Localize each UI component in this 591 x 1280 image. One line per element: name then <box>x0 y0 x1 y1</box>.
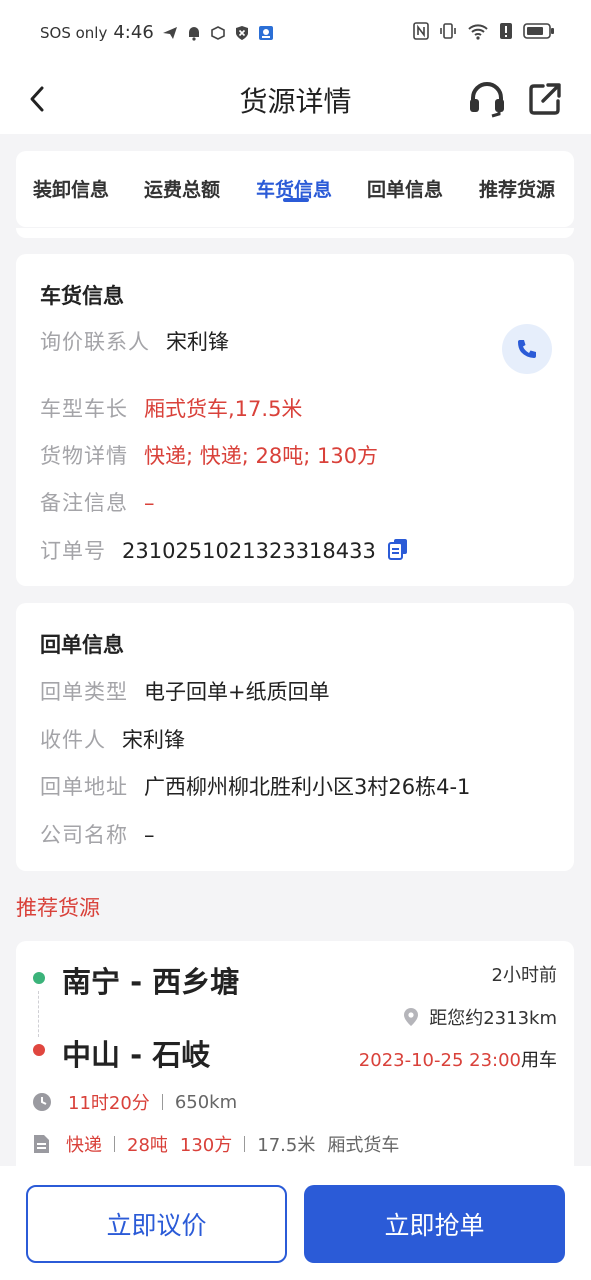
divider <box>161 1094 163 1110</box>
tab-recommend[interactable]: 推荐货源 <box>479 175 555 202</box>
document-icon <box>34 1135 49 1153</box>
headset-icon <box>470 82 504 118</box>
contact-value: 宋利锋 <box>166 330 229 354</box>
address-value: 广西柳州柳北胜利小区3村26栋4-1 <box>144 775 471 799</box>
contact-label: 询价联系人 <box>40 330 150 354</box>
tab-loading-info[interactable]: 装卸信息 <box>33 175 109 202</box>
nav-bar: 货源详情 <box>0 66 591 134</box>
remark-label: 备注信息 <box>40 491 128 515</box>
distance-value: 距您约2313km <box>429 1008 557 1029</box>
company-row: 公司名称 – <box>40 819 155 849</box>
use-date-value: 2023-10-25 23:00 <box>358 1050 521 1071</box>
receipt-info-card: 回单信息 回单类型 电子回单+纸质回单 收件人 宋利锋 回单地址 广西柳州柳北胜… <box>16 603 574 871</box>
goods-row: 货物详情 快递; 快递; 28吨; 130方 <box>40 440 378 470</box>
app-icon <box>258 25 273 40</box>
copy-order-button[interactable] <box>387 538 408 560</box>
recommend-cargo-card[interactable]: 南宁 - 西乡塘 中山 - 石岐 2小时前 距您约2313km 2023-10-… <box>16 941 574 1181</box>
send-icon <box>162 26 177 39</box>
trip-distance: 650km <box>174 1091 238 1113</box>
phone-icon <box>518 340 536 358</box>
order-number: 2310251021323318433 <box>122 539 376 563</box>
truck-type: 厢式货车 <box>327 1135 400 1156</box>
receipt-info-title: 回单信息 <box>40 633 124 657</box>
posted-time: 2小时前 <box>491 965 557 986</box>
active-tab-indicator <box>283 198 309 202</box>
share-button[interactable] <box>526 78 566 118</box>
bottom-action-bar: 立即议价 立即抢单 <box>0 1166 591 1280</box>
distance-info: 距您约2313km <box>403 1004 557 1030</box>
nfc-icon <box>413 22 429 40</box>
remark-value: – <box>144 491 155 515</box>
location-pin-icon <box>404 1008 419 1026</box>
receipt-type-label: 回单类型 <box>40 680 128 704</box>
trip-meta-row: 11时20分 650km <box>32 1089 237 1115</box>
receiver-label: 收件人 <box>40 728 106 752</box>
carrier-text: SOS only <box>40 23 108 42</box>
contact-row: 询价联系人 宋利锋 <box>40 326 229 356</box>
vehicle-value: 厢式货车,17.5米 <box>144 397 303 421</box>
cargo-info-card: 车货信息 询价联系人 宋利锋 车型车长 厢式货车,17.5米 货物详情 快递; … <box>16 254 574 586</box>
section-tabs: 装卸信息 运费总额 车货信息 回单信息 推荐货源 <box>16 151 574 227</box>
shield-icon <box>235 25 248 40</box>
receipt-type-value: 电子回单+纸质回单 <box>144 680 330 704</box>
goods-label: 货物详情 <box>40 444 128 468</box>
vehicle-row: 车型车长 厢式货车,17.5米 <box>40 393 302 423</box>
receiver-value: 宋利锋 <box>122 728 185 752</box>
negotiate-button[interactable]: 立即议价 <box>26 1185 287 1263</box>
cargo-info-title: 车货信息 <box>40 284 124 308</box>
goods-weight: 28吨 <box>127 1135 168 1156</box>
clock-time: 4:46 <box>113 22 154 43</box>
origin-route: 南宁 - 西乡塘 <box>62 965 240 999</box>
tab-freight-total[interactable]: 运费总额 <box>144 175 220 202</box>
receiver-row: 收件人 宋利锋 <box>40 724 185 754</box>
grab-order-button[interactable]: 立即抢单 <box>304 1185 565 1263</box>
goods-value: 快递; 快递; 28吨; 130方 <box>144 444 379 468</box>
share-icon <box>529 83 561 115</box>
wifi-icon <box>468 24 488 40</box>
destination-route: 中山 - 石岐 <box>62 1038 211 1072</box>
vehicle-label: 车型车长 <box>40 397 128 421</box>
remark-row: 备注信息 – <box>40 487 155 517</box>
vibrate-icon <box>440 23 456 39</box>
copy-icon <box>387 539 407 560</box>
receipt-type-row: 回单类型 电子回单+纸质回单 <box>40 676 330 706</box>
divider <box>114 1136 115 1152</box>
goods-type: 快递 <box>66 1135 102 1156</box>
customer-service-button[interactable] <box>466 78 508 120</box>
goods-volume: 130方 <box>179 1135 233 1156</box>
origin-dot <box>33 972 45 984</box>
order-row: 订单号 2310251021323318433 <box>40 535 408 565</box>
bell-icon <box>188 26 199 41</box>
clock-icon <box>33 1093 51 1111</box>
recommend-heading: 推荐货源 <box>16 896 100 920</box>
trip-duration: 11时20分 <box>68 1093 150 1114</box>
destination-dot <box>33 1044 45 1056</box>
alert-icon <box>500 23 512 39</box>
route-connector <box>38 991 39 1037</box>
company-value: – <box>144 823 155 847</box>
use-date: 2023-10-25 23:00用车 <box>359 1046 557 1072</box>
truck-length: 17.5米 <box>257 1135 316 1156</box>
order-label: 订单号 <box>40 539 106 563</box>
battery-icon <box>523 23 554 39</box>
call-button[interactable] <box>502 324 552 374</box>
card-edge <box>16 228 574 238</box>
box-icon <box>210 25 225 40</box>
address-row: 回单地址 广西柳州柳北胜利小区3村26栋4-1 <box>40 771 470 801</box>
divider <box>244 1136 246 1152</box>
use-date-suffix: 用车 <box>521 1050 557 1071</box>
tab-receipt-info[interactable]: 回单信息 <box>367 175 443 202</box>
address-label: 回单地址 <box>40 775 128 799</box>
company-label: 公司名称 <box>40 823 128 847</box>
goods-meta-row: 快递 28吨 130方 17.5米 厢式货车 <box>32 1131 399 1157</box>
status-bar: SOS only 4:46 <box>0 0 591 66</box>
